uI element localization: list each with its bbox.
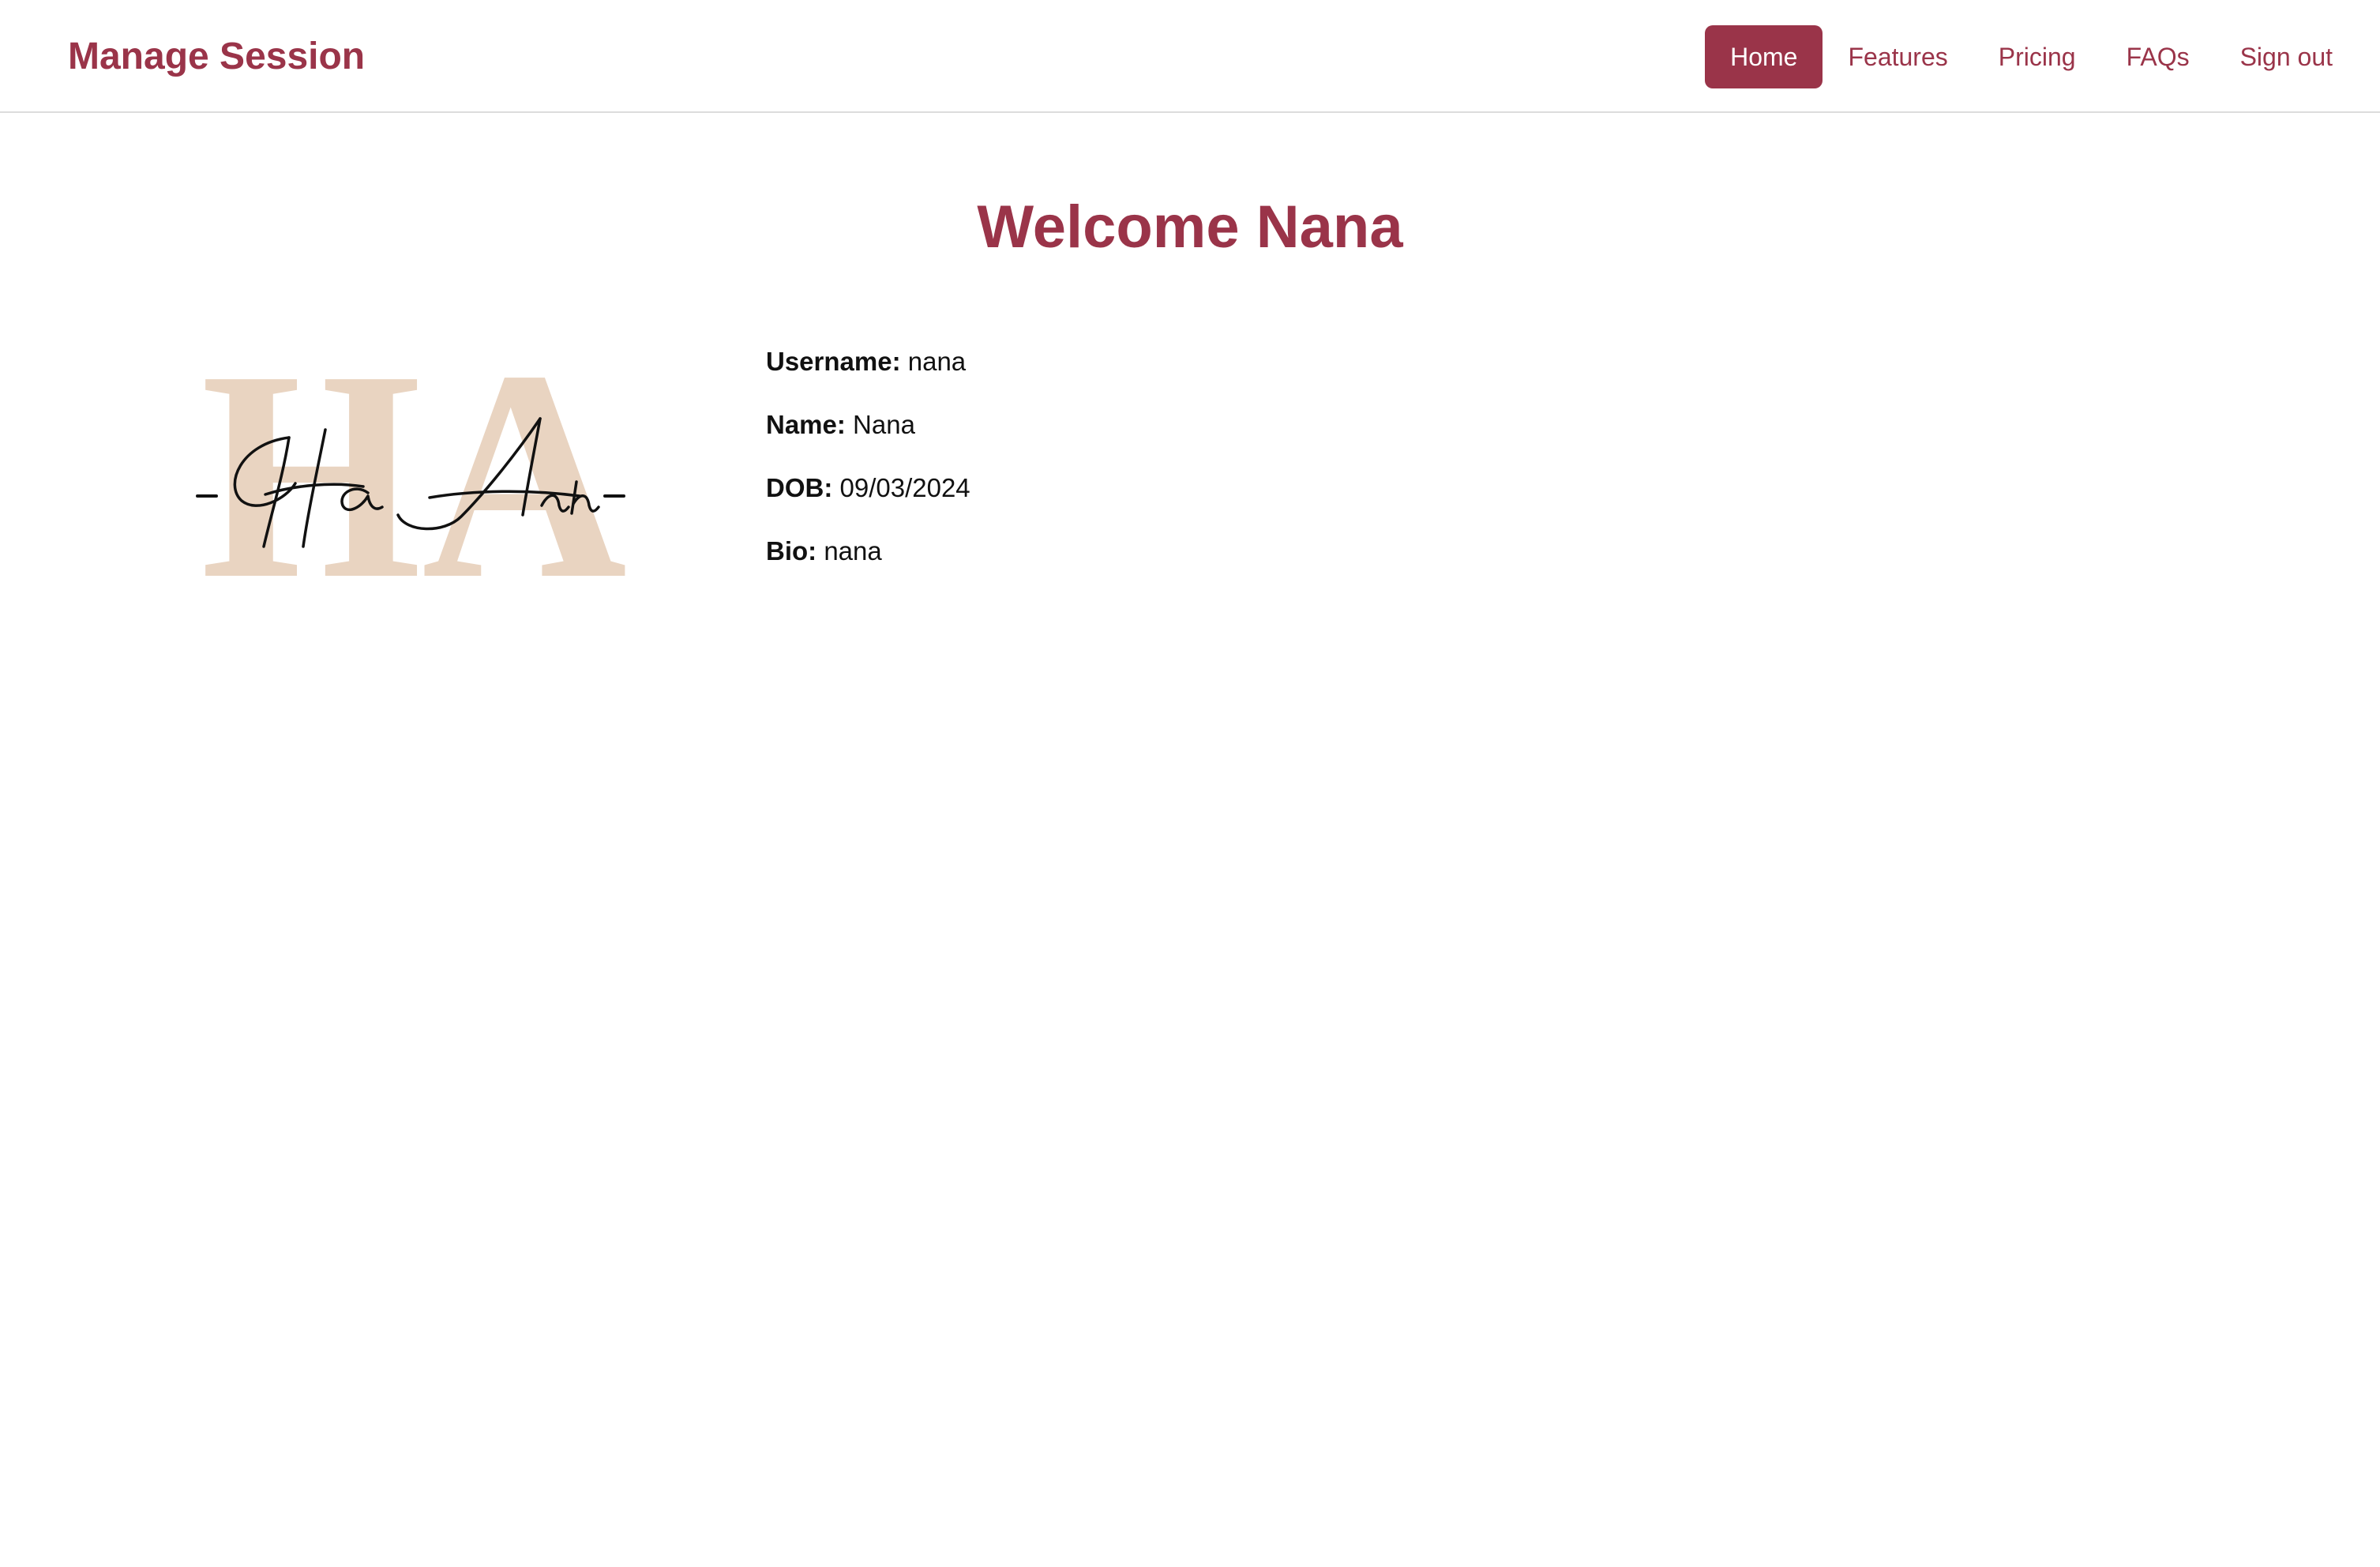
name-label: Name: <box>766 410 846 439</box>
name-row: Name: Nana <box>766 403 970 447</box>
nav-link-faqs[interactable]: FAQs <box>2101 25 2215 88</box>
username-value: nana <box>907 347 967 376</box>
profile-info: Username: nana Name: Nana DOB: 09/03/202… <box>766 340 970 592</box>
dob-row: DOB: 09/03/2024 <box>766 466 970 510</box>
bio-row: Bio: nana <box>766 529 970 573</box>
nav-item-home: Home <box>1705 25 1823 88</box>
username-label: Username: <box>766 347 901 376</box>
top-navbar: Manage Session Home Features Pricing FAQ… <box>0 0 2380 113</box>
nav-link-sign-out[interactable]: Sign out <box>2215 25 2358 88</box>
bio-label: Bio: <box>766 536 817 566</box>
name-value: Nana <box>853 410 915 439</box>
profile-logo: HA <box>196 351 627 588</box>
nav-item-pricing: Pricing <box>1973 25 2101 88</box>
nav-link-pricing[interactable]: Pricing <box>1973 25 2101 88</box>
nav-item-sign-out: Sign out <box>2215 25 2358 88</box>
bio-value: nana <box>824 536 882 566</box>
nav-link-home[interactable]: Home <box>1705 25 1823 88</box>
nav-menu: Home Features Pricing FAQs Sign out <box>1705 25 2358 88</box>
nav-link-features[interactable]: Features <box>1823 25 1973 88</box>
nav-item-faqs: FAQs <box>2101 25 2215 88</box>
username-row: Username: nana <box>766 340 970 384</box>
dob-value: 09/03/2024 <box>839 473 970 502</box>
dob-label: DOB: <box>766 473 833 502</box>
logo-monogram: HA <box>201 351 627 588</box>
nav-item-features: Features <box>1823 25 1973 88</box>
brand-link[interactable]: Manage Session <box>68 32 365 82</box>
welcome-heading: Welcome Nana <box>977 194 1403 261</box>
